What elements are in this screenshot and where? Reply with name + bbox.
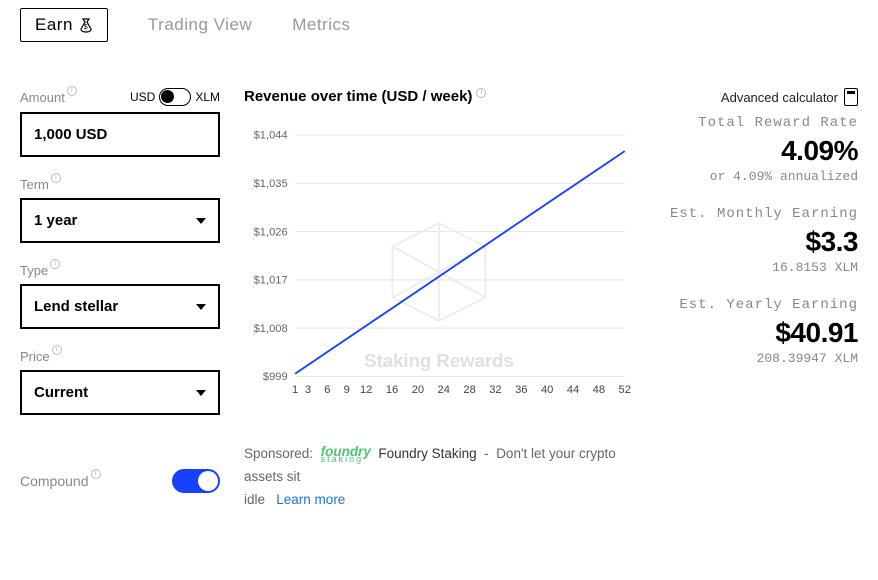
svg-text:$1,035: $1,035 [254, 178, 288, 190]
tabs-bar: Earn $ Trading View Metrics [20, 0, 858, 56]
chevron-down-icon [196, 304, 206, 310]
compound-toggle[interactable] [172, 469, 220, 493]
tab-earn-label: Earn [35, 15, 73, 35]
trr-value: 4.09% [658, 135, 858, 167]
svg-text:20: 20 [412, 384, 424, 396]
advanced-calculator-link[interactable]: Advanced calculator [721, 88, 858, 106]
svg-text:32: 32 [489, 384, 501, 396]
trr-sub: or 4.09% annualized [658, 169, 858, 184]
svg-text:$1,044: $1,044 [254, 130, 288, 142]
svg-text:16: 16 [386, 384, 398, 396]
svg-text:28: 28 [463, 384, 475, 396]
svg-text:36: 36 [515, 384, 527, 396]
svg-text:9: 9 [344, 384, 350, 396]
svg-text:6: 6 [324, 384, 330, 396]
svg-text:52: 52 [619, 384, 631, 396]
svg-text:$999: $999 [263, 371, 288, 383]
currency-switch[interactable] [159, 88, 191, 106]
chevron-down-icon [196, 218, 206, 224]
info-icon[interactable]: i [67, 86, 77, 96]
svg-text:3: 3 [305, 384, 311, 396]
svg-text:48: 48 [593, 384, 605, 396]
monthly-label: Est. Monthly Earning [658, 206, 858, 222]
calculator-icon [844, 88, 858, 106]
currency-toggle[interactable]: USD XLM [130, 88, 220, 106]
type-select[interactable]: Lend stellar [20, 284, 220, 329]
controls-panel: Amount i USD XLM 1,000 USD Term i [20, 88, 220, 512]
chart-watermark: Staking Rewards [364, 350, 514, 371]
price-select[interactable]: Current [20, 370, 220, 415]
svg-text:$1,008: $1,008 [254, 323, 288, 335]
info-icon[interactable]: i [476, 88, 486, 98]
monthly-sub: 16.8153 XLM [658, 260, 858, 275]
svg-text:40: 40 [541, 384, 553, 396]
chevron-down-icon [196, 390, 206, 396]
sponsor-block: Sponsored: foundry staking Foundry Staki… [244, 443, 634, 512]
tab-trading-view[interactable]: Trading View [148, 15, 252, 35]
term-select[interactable]: 1 year [20, 198, 220, 243]
yearly-label: Est. Yearly Earning [658, 297, 858, 313]
svg-text:$: $ [84, 24, 88, 31]
revenue-chart: Staking Rewards $999 $1,008 $1,017 $1,026 $1… [244, 115, 634, 415]
svg-text:1: 1 [292, 384, 298, 396]
price-label: Price i [20, 349, 62, 364]
amount-input[interactable]: 1,000 USD [20, 112, 220, 157]
svg-text:24: 24 [438, 384, 450, 396]
info-icon[interactable]: i [51, 173, 61, 183]
info-icon[interactable]: i [50, 259, 60, 269]
amount-label: Amount i [20, 90, 77, 105]
yearly-sub: 208.39947 XLM [658, 351, 858, 366]
yearly-value: $40.91 [658, 317, 858, 349]
info-icon[interactable]: i [91, 469, 101, 479]
chart-title: Revenue over time (USD / week) [244, 88, 472, 105]
tab-metrics[interactable]: Metrics [292, 15, 350, 35]
monthly-value: $3.3 [658, 226, 858, 258]
info-icon[interactable]: i [52, 345, 62, 355]
svg-text:$1,026: $1,026 [254, 226, 288, 238]
tab-earn[interactable]: Earn $ [20, 8, 108, 42]
money-bag-icon: $ [79, 17, 93, 33]
svg-text:44: 44 [567, 384, 579, 396]
learn-more-link[interactable]: Learn more [276, 492, 345, 507]
svg-text:12: 12 [360, 384, 372, 396]
trr-label: Total Reward Rate [658, 115, 858, 131]
compound-label: Compound i [20, 473, 101, 489]
svg-text:$1,017: $1,017 [254, 275, 288, 287]
type-label: Type i [20, 263, 60, 278]
term-label: Term i [20, 177, 61, 192]
stats-panel: Advanced calculator Total Reward Rate 4.… [658, 88, 858, 512]
